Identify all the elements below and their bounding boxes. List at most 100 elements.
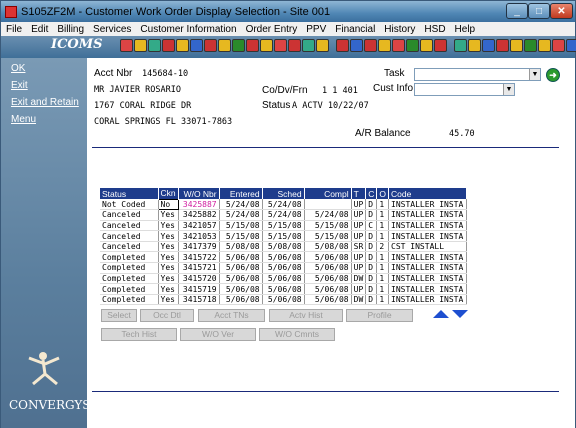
col-o[interactable]: O — [376, 188, 390, 199]
table-row[interactable]: Completed Yes 3415722 5/06/08 5/06/08 5/06/08… — [100, 251, 468, 264]
table-row[interactable]: Completed Yes 3415721 5/06/08 5/06/08 5/06/08… — [100, 262, 468, 274]
toolbar-icon[interactable] — [468, 39, 481, 52]
ar-balance-value: 45.70 — [449, 129, 475, 139]
convergys-logo: CONVERGYS — [9, 398, 91, 412]
cell-t: UP — [351, 209, 367, 221]
col-entered[interactable]: Entered — [219, 188, 263, 199]
menu-file[interactable]: File — [1, 24, 26, 35]
table-row[interactable]: Completed Yes 3415719 5/06/08 5/06/08 5/06/08… — [100, 283, 468, 295]
table-row[interactable]: Canceled Yes 3421057 5/15/08 5/15/08 5/15/08 U… — [100, 220, 468, 232]
toolbar-icon[interactable] — [392, 39, 405, 52]
col-compl[interactable]: Compl — [304, 188, 352, 199]
table-row[interactable]: Completed Yes 3415720 5/06/08 5/06/08 5/06/08… — [100, 273, 468, 285]
menu-edit[interactable]: Edit — [26, 24, 52, 35]
toolbar-icon[interactable] — [454, 39, 467, 52]
cell-status: Canceled — [100, 230, 159, 242]
cell-o: 1 — [376, 262, 390, 274]
cell-t: UP — [351, 283, 367, 295]
toolbar-icon[interactable] — [274, 39, 287, 52]
toolbar-icon[interactable] — [176, 39, 189, 52]
button-w-o-cmnts[interactable]: W/O Cmnts — [259, 328, 335, 341]
toolbar-icon[interactable] — [350, 39, 363, 52]
toolbar-icon[interactable] — [552, 39, 565, 52]
col-ckn[interactable]: Ckn — [158, 188, 179, 199]
toolbar-icon[interactable] — [148, 39, 161, 52]
close-button[interactable]: ✕ — [550, 3, 573, 19]
toolbar-icon[interactable] — [218, 39, 231, 52]
toolbar-icon[interactable] — [524, 39, 537, 52]
toolbar-icon[interactable] — [204, 39, 217, 52]
toolbar-icon[interactable] — [232, 39, 245, 52]
toolbar: ICOMS — [1, 36, 576, 58]
toolbar-icon[interactable] — [364, 39, 377, 52]
toolbar-icon[interactable] — [434, 39, 447, 52]
toolbar-icon[interactable] — [510, 39, 523, 52]
button-acct-tns[interactable]: Acct TNs — [198, 309, 265, 322]
scroll-down-icon[interactable] — [452, 310, 468, 318]
icoms-logo: ICOMS — [51, 37, 103, 52]
menu-financial[interactable]: Financial — [330, 24, 379, 35]
maximize-button[interactable]: □ — [528, 3, 550, 19]
chevron-down-icon: ▼ — [529, 69, 540, 80]
cell-compl: 5/06/08 — [304, 294, 352, 306]
menu-help[interactable]: Help — [450, 24, 480, 35]
cell-compl: 5/06/08 — [304, 251, 352, 264]
sidebar-item-exit-and-retain[interactable]: Exit and Retain — [11, 97, 79, 108]
toolbar-icon[interactable] — [406, 39, 419, 52]
menu-services[interactable]: Services — [88, 24, 135, 35]
button-actv-hist[interactable]: Actv Hist — [269, 309, 343, 322]
acct-nbr-label: Acct Nbr — [94, 68, 133, 79]
table-row[interactable]: Canceled Yes 3417379 5/08/08 5/08/08 5/08/08 S… — [100, 241, 468, 253]
sidebar-item-exit[interactable]: Exit — [11, 80, 28, 91]
button-occ-dtl[interactable]: Occ Dtl — [140, 309, 194, 322]
toolbar-icon[interactable] — [482, 39, 495, 52]
sidebar-item-ok[interactable]: OK — [11, 63, 25, 74]
toolbar-icon[interactable] — [566, 39, 576, 52]
toolbar-icon[interactable] — [316, 39, 329, 52]
cell-c: D — [365, 273, 378, 285]
toolbar-icon[interactable] — [120, 39, 133, 52]
col-wo-nbr[interactable]: W/O Nbr — [178, 188, 220, 199]
toolbar-icon[interactable] — [288, 39, 301, 52]
task-dropdown[interactable]: ▼ — [414, 68, 541, 81]
toolbar-icon[interactable] — [302, 39, 315, 52]
col-sched[interactable]: Sched — [262, 188, 305, 199]
go-icon[interactable]: ➜ — [546, 68, 560, 82]
button-w-o-ver[interactable]: W/O Ver — [180, 328, 256, 341]
col-status[interactable]: Status — [100, 188, 159, 199]
cell-o: 1 — [376, 230, 390, 242]
toolbar-icon[interactable] — [538, 39, 551, 52]
menu-billing[interactable]: Billing — [52, 24, 88, 35]
toolbar-icon[interactable] — [190, 39, 203, 52]
toolbar-icon[interactable] — [246, 39, 259, 52]
minimize-button[interactable]: _ — [506, 3, 528, 19]
toolbar-icon[interactable] — [378, 39, 391, 52]
acct-nbr-value: 145684-10 — [142, 69, 189, 79]
toolbar-icon[interactable] — [162, 39, 175, 52]
col-t[interactable]: T — [351, 188, 367, 199]
button-tech-hist[interactable]: Tech Hist — [101, 328, 177, 341]
cell-status: Canceled — [100, 241, 159, 253]
sidebar-item-menu[interactable]: Menu — [11, 114, 36, 125]
menu-ppv[interactable]: PPV — [301, 24, 330, 35]
col-code[interactable]: Code — [388, 188, 468, 199]
col-c[interactable]: C — [365, 188, 378, 199]
menu-history[interactable]: History — [379, 24, 419, 35]
table-row[interactable]: Not Coded No 3425887 5/24/08 5/24/08 UP D 1 INST… — [100, 198, 468, 211]
button-select[interactable]: Select — [101, 309, 137, 322]
table-row[interactable]: Canceled Yes 3421053 5/15/08 5/15/08 5/15/08 U… — [100, 230, 468, 242]
scroll-up-icon[interactable] — [433, 310, 449, 318]
toolbar-icon[interactable] — [336, 39, 349, 52]
toolbar-icon[interactable] — [496, 39, 509, 52]
menu-hsd[interactable]: HSD — [419, 24, 449, 35]
cell-ckn: No — [157, 198, 179, 211]
table-row[interactable]: Canceled Yes 3425882 5/24/08 5/24/08 5/24/08 U… — [100, 209, 468, 221]
toolbar-icon[interactable] — [260, 39, 273, 52]
toolbar-icon[interactable] — [134, 39, 147, 52]
button-profile[interactable]: Profile — [346, 309, 413, 322]
table-row[interactable]: Completed Yes 3415718 5/06/08 5/06/08 5/06/08… — [100, 294, 468, 306]
menu-customer-information[interactable]: Customer Information — [135, 24, 240, 35]
menu-order-entry[interactable]: Order Entry — [241, 24, 302, 35]
toolbar-icon[interactable] — [420, 39, 433, 52]
cust-info-dropdown[interactable]: ▼ — [414, 83, 515, 96]
